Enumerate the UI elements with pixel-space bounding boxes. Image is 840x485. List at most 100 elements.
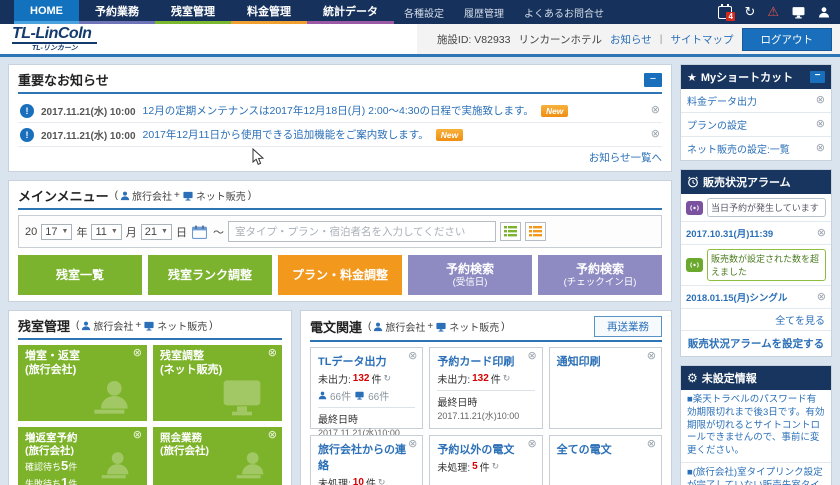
card-title-link[interactable]: 旅行会社からの連絡 bbox=[318, 441, 415, 473]
green-list-view-button[interactable] bbox=[500, 222, 521, 241]
notice-link-text[interactable]: 2017年12月11日から使用できる追加機能をご案内致します。 bbox=[143, 127, 429, 142]
unset-info-panel: ⚙ 未設定情報 ■楽天トラベルのパスワード有効期限切れまで後3日です。有効期限が… bbox=[680, 365, 832, 485]
warning-icon[interactable]: ⚠ bbox=[767, 4, 779, 20]
alarm-close-icon[interactable]: ⊗ bbox=[817, 292, 826, 303]
card-close-icon[interactable]: ⊗ bbox=[527, 351, 536, 362]
net-sales-icon bbox=[143, 321, 155, 331]
card-title-link[interactable]: 予約以外の電文 bbox=[437, 441, 534, 457]
tile-close-icon[interactable]: ⊗ bbox=[133, 348, 142, 359]
count-refresh-icon[interactable]: ↻ bbox=[492, 461, 500, 472]
tile-close-icon[interactable]: ⊗ bbox=[268, 348, 277, 359]
tab-statistics[interactable]: 統計データ bbox=[307, 0, 394, 24]
notice-close-icon[interactable]: ⊗ bbox=[651, 105, 660, 116]
alarm-date-link[interactable]: 2018.01.15(月)シングル bbox=[686, 290, 787, 304]
unset-info-link[interactable]: ■(旅行会社)室タイプリンク設定が完了していない販売先室タイプが2件があります。 bbox=[687, 467, 825, 485]
notice-list-link[interactable]: お知らせ一覧へ bbox=[589, 152, 662, 164]
notice-link-text[interactable]: 12月の定期メンテナンスは2017年12月18日(月) 2:00～4:30の日程… bbox=[143, 103, 534, 118]
notices-minimize-button[interactable]: − bbox=[644, 73, 662, 87]
header-utility-bar: 施設ID: V82933 リンカーンホテル お知らせ | サイトマップ ログアウ… bbox=[417, 24, 840, 54]
card-close-icon[interactable]: ⊗ bbox=[527, 439, 536, 450]
shortcut-link[interactable]: ネット販売の設定:一覧 bbox=[687, 141, 790, 156]
card-title-link[interactable]: 予約カード印刷 bbox=[437, 353, 534, 369]
card-close-icon[interactable]: ⊗ bbox=[647, 351, 656, 362]
count-refresh-icon[interactable]: ↻ bbox=[503, 373, 511, 384]
shortcuts-title: Myショートカット bbox=[701, 69, 793, 85]
notice-link[interactable]: お知らせ bbox=[610, 32, 652, 47]
resend-tasks-button[interactable]: 再送業務 bbox=[594, 316, 662, 337]
card-reservation-card-print: ⊗ 予約カード印刷 未出力: 132 件 ↻ 最終日時 2017.11.21(水… bbox=[429, 347, 542, 429]
notice-row: ! 2017.11.21(水) 10:00 2017年12月11日から使用できる… bbox=[18, 123, 662, 147]
reservation-search-checkin-button[interactable]: 予約検索(チェックイン日) bbox=[538, 255, 662, 295]
card-title-link[interactable]: TLデータ出力 bbox=[318, 353, 415, 369]
card-title-link[interactable]: 通知印刷 bbox=[557, 353, 654, 369]
user-icon[interactable] bbox=[818, 6, 830, 19]
count-refresh-icon[interactable]: ↻ bbox=[383, 373, 391, 384]
alarm-see-all-link[interactable]: 全てを見る bbox=[775, 316, 825, 327]
alarm-clock-icon bbox=[687, 176, 699, 188]
monitor-icon[interactable] bbox=[791, 6, 806, 19]
orange-list-view-button[interactable] bbox=[525, 222, 546, 241]
year-suffix: 年 bbox=[76, 224, 87, 240]
remaining-rooms-list-button[interactable]: 残室一覧 bbox=[18, 255, 142, 295]
unset-info-link[interactable]: ■楽天トラベルのパスワード有効期限切れまで後3日です。有効期限が切れるとサイトコ… bbox=[687, 394, 825, 458]
tile-add-return-rooms[interactable]: ⊗ 増室・返室(旅行会社) bbox=[18, 345, 147, 421]
shortcut-link[interactable]: 料金データ出力 bbox=[687, 93, 757, 108]
shortcut-close-icon[interactable]: ⊗ bbox=[816, 143, 825, 154]
app-logo[interactable]: TL-LinColn TL-リンカーン bbox=[0, 26, 97, 52]
alarm-message: 販売数が設定された数を超えました bbox=[707, 249, 826, 281]
card-notification-print: ⊗ 通知印刷 bbox=[549, 347, 662, 429]
tile-close-icon[interactable]: ⊗ bbox=[268, 430, 277, 441]
alarm-close-icon[interactable]: ⊗ bbox=[817, 228, 826, 239]
shortcut-close-icon[interactable]: ⊗ bbox=[816, 119, 825, 130]
day-select[interactable]: 21▼ bbox=[141, 224, 172, 240]
nav-faq[interactable]: よくあるお問合せ bbox=[514, 0, 614, 24]
sitemap-link[interactable]: サイトマップ bbox=[671, 32, 734, 47]
search-input[interactable] bbox=[228, 221, 496, 242]
tab-home[interactable]: HOME bbox=[14, 0, 79, 24]
unprocessed-count: 未処理: 10 件 ↻ bbox=[318, 475, 415, 485]
nav-history[interactable]: 履歴管理 bbox=[454, 0, 514, 24]
shortcut-link[interactable]: プランの設定 bbox=[687, 117, 747, 132]
count-refresh-icon[interactable]: ↻ bbox=[378, 477, 386, 485]
date-prefix: 20 bbox=[25, 226, 37, 238]
top-navigation: HOME 予約業務 残室管理 料金管理 統計データ 各種設定 履歴管理 よくある… bbox=[0, 0, 840, 24]
card-close-icon[interactable]: ⊗ bbox=[647, 439, 656, 450]
shortcut-row: プランの設定 ⊗ bbox=[681, 113, 831, 137]
card-all-telegrams: ⊗ 全ての電文 bbox=[549, 435, 662, 485]
tab-reservations[interactable]: 予約業務 bbox=[79, 0, 155, 24]
tile-add-return-reservation[interactable]: ⊗ 増返室予約(旅行会社) 確認待ち5件 失敗待ち1件 bbox=[18, 427, 147, 485]
nav-settings[interactable]: 各種設定 bbox=[394, 0, 454, 24]
refresh-icon[interactable]: ↻ bbox=[744, 4, 755, 20]
calendar-picker-icon[interactable] bbox=[191, 224, 209, 240]
notice-icon: ! bbox=[20, 128, 34, 142]
alarm-date-link[interactable]: 2017.10.31(月)11:39 bbox=[686, 226, 773, 240]
tile-room-adjust-net[interactable]: ⊗ 残室調整(ネット販売) bbox=[153, 345, 282, 421]
channel-subtitle: ( 旅行会社+ ネット販売) bbox=[368, 319, 505, 334]
year-select[interactable]: 17▼ bbox=[41, 224, 72, 240]
unset-info-item: ■(旅行会社)室タイプリンク設定が完了していない販売先室タイプが2件があります。 bbox=[681, 463, 831, 485]
tile-inquiry-tasks[interactable]: ⊗ 照会業務(旅行会社) bbox=[153, 427, 282, 485]
alarm-status-row: 当日予約が発生しています bbox=[681, 194, 831, 222]
shortcuts-minimize-button[interactable]: − bbox=[810, 71, 825, 83]
plan-rate-adjust-button[interactable]: プラン・料金調整 bbox=[278, 255, 402, 295]
notice-date: 2017.11.21(水) 10:00 bbox=[41, 103, 136, 118]
person-watermark-icon bbox=[89, 377, 133, 417]
card-title-link[interactable]: 全ての電文 bbox=[557, 441, 654, 457]
tab-rates[interactable]: 料金管理 bbox=[231, 0, 307, 24]
alarm-configure-link[interactable]: 販売状況アラームを設定する bbox=[688, 338, 824, 350]
facility-id: 施設ID: V82933 bbox=[437, 32, 511, 47]
card-close-icon[interactable]: ⊗ bbox=[408, 439, 417, 450]
month-select[interactable]: 11▼ bbox=[91, 224, 121, 240]
net-sales-icon bbox=[354, 391, 365, 400]
card-close-icon[interactable]: ⊗ bbox=[408, 351, 417, 362]
logout-button[interactable]: ログアウト bbox=[742, 28, 833, 51]
travel-agency-icon bbox=[373, 322, 383, 332]
room-rank-adjust-button[interactable]: 残室ランク調整 bbox=[148, 255, 272, 295]
shortcut-close-icon[interactable]: ⊗ bbox=[816, 95, 825, 106]
notice-close-icon[interactable]: ⊗ bbox=[651, 129, 660, 140]
telegram-title: 電文関連 bbox=[310, 317, 362, 336]
tab-room-inventory[interactable]: 残室管理 bbox=[155, 0, 231, 24]
calendar-notification-icon[interactable]: 4 bbox=[718, 6, 732, 19]
tile-close-icon[interactable]: ⊗ bbox=[133, 430, 142, 441]
reservation-search-received-button[interactable]: 予約検索(受信日) bbox=[408, 255, 532, 295]
